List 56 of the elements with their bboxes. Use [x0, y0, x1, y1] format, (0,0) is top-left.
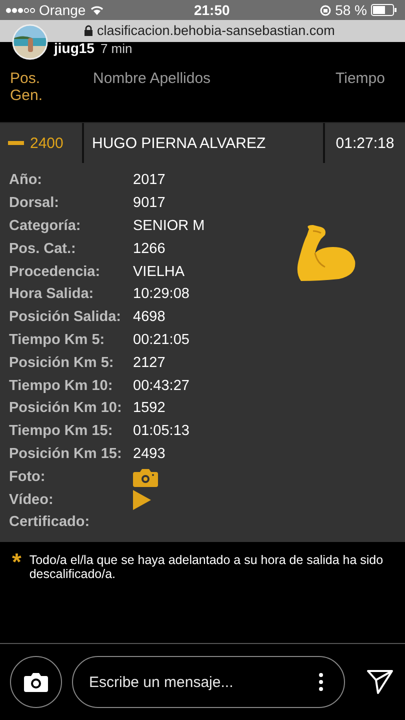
detail-value: VIELHA	[133, 264, 185, 280]
wifi-icon	[90, 5, 104, 15]
battery-icon	[371, 4, 397, 16]
carrier-name: Orange	[39, 2, 86, 18]
detail-label: Posición Km 10:	[9, 400, 123, 416]
lock-icon	[84, 24, 93, 36]
detail-label: Hora Salida:	[9, 286, 95, 302]
detail-value: 00:21:05	[133, 332, 190, 348]
camera-icon	[24, 672, 48, 692]
detail-value: 2127	[133, 354, 166, 371]
message-field[interactable]: Escribe un mensaje...	[72, 656, 345, 708]
more-icon[interactable]	[319, 673, 323, 691]
detail-label: Pos. Cat.:	[9, 240, 77, 257]
detail-label: Procedencia:	[9, 264, 102, 280]
detail-value: 01:05:13	[133, 423, 190, 440]
position-cell: 2400	[30, 134, 64, 152]
detail-label: Foto:	[9, 468, 46, 485]
column-header[interactable]: Nombre Apellidos	[93, 70, 336, 87]
asterisk-mark: *	[12, 552, 22, 578]
detail-label: Certificado:	[9, 514, 91, 530]
battery-percent: 58 %	[335, 2, 367, 18]
detail-value: 9017	[133, 195, 166, 212]
clock-time: 21:50	[194, 2, 230, 18]
detail-value: 4698	[133, 309, 166, 326]
detail-label: Tiempo Km 15:	[9, 423, 114, 440]
page-url: clasificacion.behobia-sansebastian.com	[97, 22, 335, 38]
detail-value: 1592	[133, 400, 166, 416]
detail-value: 2493	[133, 446, 166, 462]
rotation-lock-icon	[320, 4, 332, 16]
detail-label: Tiempo Km 5:	[9, 332, 106, 348]
camera-button[interactable]	[10, 656, 62, 708]
time-cell: 01:27:18	[336, 134, 394, 152]
signal-icon	[6, 8, 35, 12]
detail-label: Dorsal:	[9, 195, 60, 212]
detail-label: Posición Salida:	[9, 309, 122, 326]
disqualification-note: Todo/a el/la que se haya adelantado a su hora de salida ha sido descalificado/a.	[29, 552, 384, 581]
detail-value: 2017	[133, 172, 166, 188]
story-age: 7 min	[100, 40, 132, 56]
detail-value: 00:43:27	[133, 378, 190, 394]
detail-label: Vídeo:	[9, 492, 54, 508]
detail-label: Año:	[9, 172, 44, 188]
name-cell: HUGO PIERNA ALVAREZ	[92, 134, 266, 152]
column-header[interactable]: Tiempo	[336, 70, 397, 87]
detail-value: 10:29:08	[133, 286, 190, 302]
flexed-biceps-icon	[295, 223, 357, 283]
detail-label: Tiempo Km 10:	[9, 378, 114, 394]
column-header[interactable]: Pos. Gen.	[10, 70, 66, 104]
send-icon[interactable]	[367, 669, 393, 695]
detail-value: SENIOR M	[133, 218, 205, 234]
detail-label: Categoría:	[9, 218, 82, 234]
detail-label: Posición Km 15:	[9, 446, 123, 462]
camera-icon[interactable]	[133, 466, 158, 487]
story-username[interactable]: jiug15	[54, 40, 94, 56]
detail-value: 1266	[133, 240, 166, 257]
detail-label: Posición Km 5:	[9, 354, 115, 371]
play-icon[interactable]	[133, 490, 151, 510]
